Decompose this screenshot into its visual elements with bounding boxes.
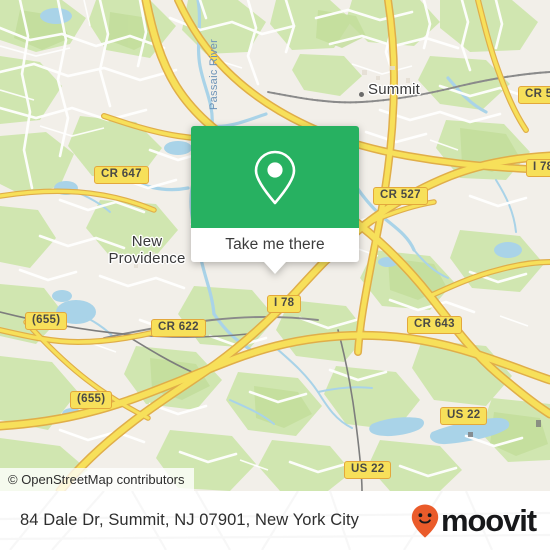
footer-bar: 84 Dale Dr, Summit, NJ 07901, New York C… (0, 491, 550, 550)
location-address-label: 84 Dale Dr, Summit, NJ 07901, New York C… (20, 511, 360, 529)
road-shield-us-22-east[interactable]: US 22 (440, 407, 488, 425)
callout-action-bar[interactable]: Take me there (191, 228, 359, 274)
road-shield-cr-622[interactable]: CR 622 (151, 319, 206, 337)
road-shield-us-22-south[interactable]: US 22 (344, 461, 392, 479)
road-shield-cr-643[interactable]: CR 643 (407, 316, 462, 334)
moovit-wordmark: moovit (440, 503, 537, 538)
road-shield-i-78-center[interactable]: I 78 (267, 295, 302, 313)
moovit-brand-logo[interactable]: moovit (410, 503, 537, 539)
attribution-text: © OpenStreetMap contributors (8, 472, 185, 487)
callout-icon-area (191, 126, 359, 228)
road-shield-cr-647[interactable]: CR 647 (94, 166, 149, 184)
moovit-smiley-pin-icon (411, 504, 439, 538)
road-shield-i-78-east[interactable]: I 78 (526, 159, 550, 177)
callout-pointer-tail (264, 262, 286, 274)
location-callout-card[interactable]: Take me there (191, 126, 359, 274)
map-canvas[interactable]: Summit New Providence Passaic River CR 5… (0, 0, 550, 491)
road-shield-655-lower[interactable]: (655) (70, 391, 113, 409)
map-screenshot: Summit New Providence Passaic River CR 5… (0, 0, 550, 550)
take-me-there-label: Take me there (225, 236, 325, 253)
location-pin-icon (254, 150, 296, 205)
map-attribution[interactable]: © OpenStreetMap contributors (0, 468, 194, 491)
road-shield-cr-512[interactable]: CR 512 (518, 86, 550, 104)
place-dot-summit (359, 92, 364, 97)
road-shield-cr-527[interactable]: CR 527 (373, 187, 428, 205)
road-shield-655-upper[interactable]: (655) (25, 312, 68, 330)
